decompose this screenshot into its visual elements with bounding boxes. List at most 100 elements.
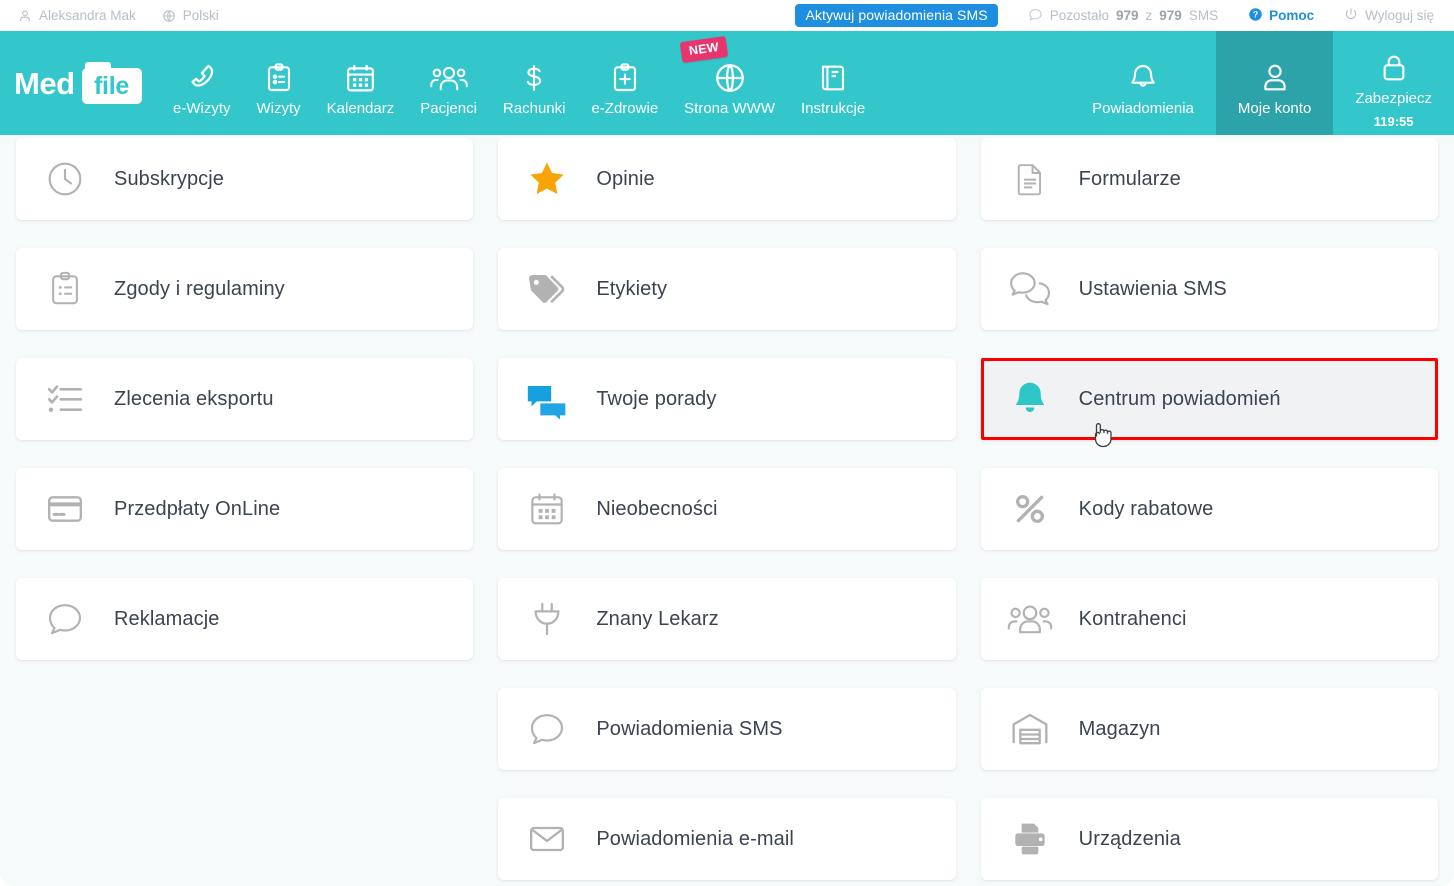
chat-bubble-icon (42, 596, 88, 642)
card-powiadomienia-sms[interactable]: Powiadomienia SMS (498, 688, 956, 770)
card-ustawienia-sms[interactable]: Ustawienia SMS (980, 248, 1438, 330)
grid-column-2: Opinie Etykiety Twoje porady Nieobecnośc… (498, 138, 956, 886)
nav-item-wizyty[interactable]: Wizyty (244, 31, 314, 135)
card-formularze[interactable]: Formularze (980, 138, 1438, 220)
card-twoje-porady[interactable]: Twoje porady (498, 358, 956, 440)
nav-label: Kalendarz (326, 99, 395, 117)
credit-card-icon (42, 486, 88, 532)
language-selector[interactable]: Polski (162, 8, 219, 23)
card-label: Etykiety (596, 277, 668, 300)
help-label: Pomoc (1269, 8, 1315, 23)
nav-item-pacjenci[interactable]: Pacjenci (407, 31, 490, 135)
document-icon (1007, 156, 1053, 202)
topbar-left-group: Aleksandra Mak Polski (0, 8, 219, 23)
nav-label: e-Zdrowie (591, 99, 659, 117)
card-etykiety[interactable]: Etykiety (498, 248, 956, 330)
card-nieobecnosci[interactable]: Nieobecności (498, 468, 956, 550)
card-zgody-i-regulaminy[interactable]: Zgody i regulaminy (16, 248, 474, 330)
card-label: Zlecenia eksportu (114, 387, 274, 410)
book-icon (817, 49, 849, 95)
question-circle-icon: ? (1248, 7, 1263, 25)
remaining-suffix: SMS (1188, 8, 1219, 23)
card-przedplaty-online[interactable]: Przedpłaty OnLine (16, 468, 474, 550)
chat-bubble-icon (1028, 7, 1043, 25)
bell-icon (1127, 49, 1159, 95)
nav-label: Instrukcje (801, 99, 866, 117)
remaining-prefix: Pozostało (1049, 8, 1109, 23)
topbar-right-group: Aktywuj powiadomienia SMS Pozostało 979 … (795, 4, 1454, 27)
clipboard-medical-icon (609, 49, 641, 95)
card-opinie[interactable]: Opinie (498, 138, 956, 220)
user-menu[interactable]: Aleksandra Mak (18, 8, 136, 23)
card-label: Kody rabatowe (1078, 497, 1214, 520)
card-label: Zgody i regulaminy (114, 277, 285, 300)
user-name: Aleksandra Mak (39, 8, 136, 23)
logout-label: Wyloguj się (1365, 8, 1434, 23)
nav-label: Strona WWW (684, 99, 775, 117)
nav-item-kalendarz[interactable]: Kalendarz (314, 31, 408, 135)
nav-item-strona-www[interactable]: NEW Strona WWW (671, 31, 788, 135)
logo-folder-icon: file (81, 62, 142, 104)
dollar-icon (519, 49, 549, 95)
card-label: Kontrahenci (1078, 607, 1187, 630)
app-window: Aleksandra Mak Polski Aktywuj powiadomie… (0, 0, 1454, 886)
card-reklamacje[interactable]: Reklamacje (16, 578, 474, 660)
nav-item-zabezpiecz[interactable]: Zabezpiecz 119:55 (1333, 31, 1454, 135)
card-powiadomienia-email[interactable]: Powiadomienia e-mail (498, 798, 956, 880)
security-timer: 119:55 (1373, 113, 1414, 129)
users-icon (429, 49, 468, 95)
nav-items-group: e-Wizyty Wizyty Kalendarz Pacjenci Rachu… (160, 31, 878, 135)
envelope-icon (524, 816, 570, 862)
card-magazyn[interactable]: Magazyn (980, 688, 1438, 770)
nav-item-powiadomienia[interactable]: Powiadomienia (1070, 31, 1216, 135)
card-label: Twoje porady (596, 387, 717, 410)
card-label: Powiadomienia e-mail (596, 827, 794, 850)
card-zlecenia-eksportu[interactable]: Zlecenia eksportu (16, 358, 474, 440)
logo-text-file: file (94, 72, 129, 100)
settings-card-grid: Subskrypcje Zgody i regulaminy Zlecenia … (0, 135, 1454, 886)
activate-sms-button[interactable]: Aktywuj powiadomienia SMS (795, 4, 998, 27)
card-label: Nieobecności (596, 497, 718, 520)
chat-bubbles-solid-icon (524, 376, 570, 422)
nav-right-group: Powiadomienia Moje konto Zabezpiecz 119:… (1070, 31, 1454, 135)
nav-item-e-zdrowie[interactable]: e-Zdrowie (578, 31, 671, 135)
remaining-middle: z (1145, 8, 1153, 23)
main-navigation: Med file e-Wizyty Wizyty Kalendarz Pacje… (0, 31, 1454, 135)
card-centrum-powiadomien[interactable]: Centrum powiadomień (980, 358, 1438, 440)
nav-label: e-Wizyty (173, 99, 231, 117)
logout-link[interactable]: Wyloguj się (1344, 7, 1434, 24)
card-label: Znany Lekarz (596, 607, 719, 630)
plug-icon (524, 596, 570, 642)
remaining-count: 979 (1116, 8, 1139, 23)
clock-icon (42, 156, 88, 202)
nav-item-rachunki[interactable]: Rachunki (490, 31, 579, 135)
star-icon (524, 156, 570, 202)
globe-icon (162, 9, 176, 23)
logo[interactable]: Med file (0, 31, 160, 135)
nav-item-e-wizyty[interactable]: e-Wizyty (160, 31, 244, 135)
nav-item-instrukcje[interactable]: Instrukcje (788, 31, 878, 135)
card-znany-lekarz[interactable]: Znany Lekarz (498, 578, 956, 660)
calendar-icon (524, 486, 570, 532)
card-urzadzenia[interactable]: Urządzenia (980, 798, 1438, 880)
card-subskrypcje[interactable]: Subskrypcje (16, 138, 474, 220)
remaining-total: 979 (1159, 8, 1182, 23)
card-kody-rabatowe[interactable]: Kody rabatowe (980, 468, 1438, 550)
card-label: Subskrypcje (114, 167, 225, 190)
users-icon (1007, 596, 1053, 642)
tag-icon (524, 266, 570, 312)
card-label: Ustawienia SMS (1078, 277, 1227, 300)
percent-icon (1007, 486, 1053, 532)
user-icon (1259, 49, 1291, 95)
grid-column-3: Formularze Ustawienia SMS Centrum powiad… (980, 138, 1438, 886)
help-link[interactable]: ? Pomoc (1248, 7, 1314, 25)
warehouse-icon (1007, 706, 1053, 752)
grid-column-1: Subskrypcje Zgody i regulaminy Zlecenia … (16, 138, 474, 886)
language-label: Polski (182, 8, 219, 23)
calendar-icon (344, 49, 377, 95)
clipboard-list-icon (42, 266, 88, 312)
card-kontrahenci[interactable]: Kontrahenci (980, 578, 1438, 660)
logo-text-med: Med (14, 65, 75, 101)
clipboard-list-icon (263, 49, 295, 95)
nav-item-moje-konto[interactable]: Moje konto (1215, 31, 1334, 135)
